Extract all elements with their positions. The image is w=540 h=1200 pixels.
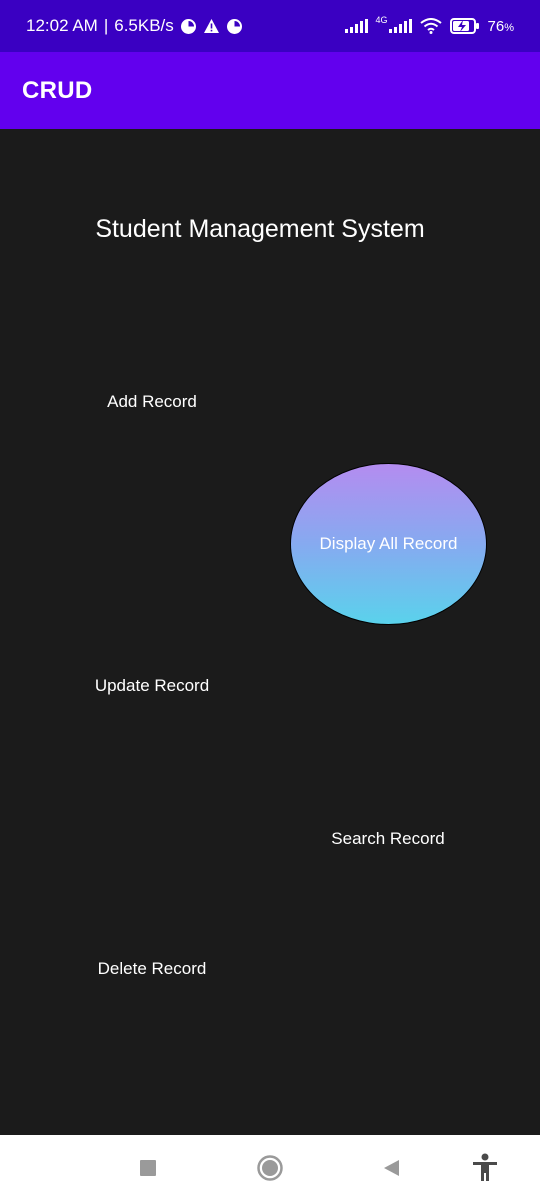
app-title: CRUD bbox=[22, 76, 93, 104]
search-record-button[interactable]: Search Record bbox=[313, 824, 463, 854]
display-all-record-button[interactable]: Display All Record bbox=[290, 463, 487, 625]
accessibility-icon[interactable] bbox=[470, 1153, 500, 1183]
navigation-bar bbox=[0, 1135, 540, 1200]
app-bar: CRUD bbox=[0, 52, 540, 129]
status-left: 12:02 AM | 6.5KB/s bbox=[26, 16, 243, 36]
data-saver-icon bbox=[180, 18, 197, 35]
signal-4g-icon: 4G bbox=[375, 14, 412, 33]
network-type-label: 4G bbox=[375, 14, 388, 25]
data-saver-icon bbox=[226, 18, 243, 35]
status-bar: 12:02 AM | 6.5KB/s 4G 76% bbox=[0, 0, 540, 52]
battery-percent: 76% bbox=[487, 17, 514, 35]
status-right: 4G 76% bbox=[344, 14, 514, 35]
battery-charging-icon bbox=[449, 18, 480, 34]
home-icon[interactable] bbox=[255, 1153, 285, 1183]
back-icon[interactable] bbox=[376, 1153, 406, 1183]
status-speed: 6.5KB/s bbox=[114, 16, 174, 35]
update-record-button[interactable]: Update Record bbox=[72, 671, 232, 701]
main-content: Student Management System Add Record Dis… bbox=[0, 129, 540, 1135]
warning-icon bbox=[203, 18, 220, 34]
status-time: 12:02 AM bbox=[26, 16, 98, 35]
recent-apps-icon[interactable] bbox=[133, 1153, 163, 1183]
signal-icon bbox=[344, 19, 368, 33]
status-separator: | bbox=[103, 16, 109, 35]
wifi-icon bbox=[419, 18, 442, 34]
page-title: Student Management System bbox=[95, 215, 425, 243]
add-record-button[interactable]: Add Record bbox=[82, 387, 222, 417]
delete-record-button[interactable]: Delete Record bbox=[77, 954, 227, 984]
